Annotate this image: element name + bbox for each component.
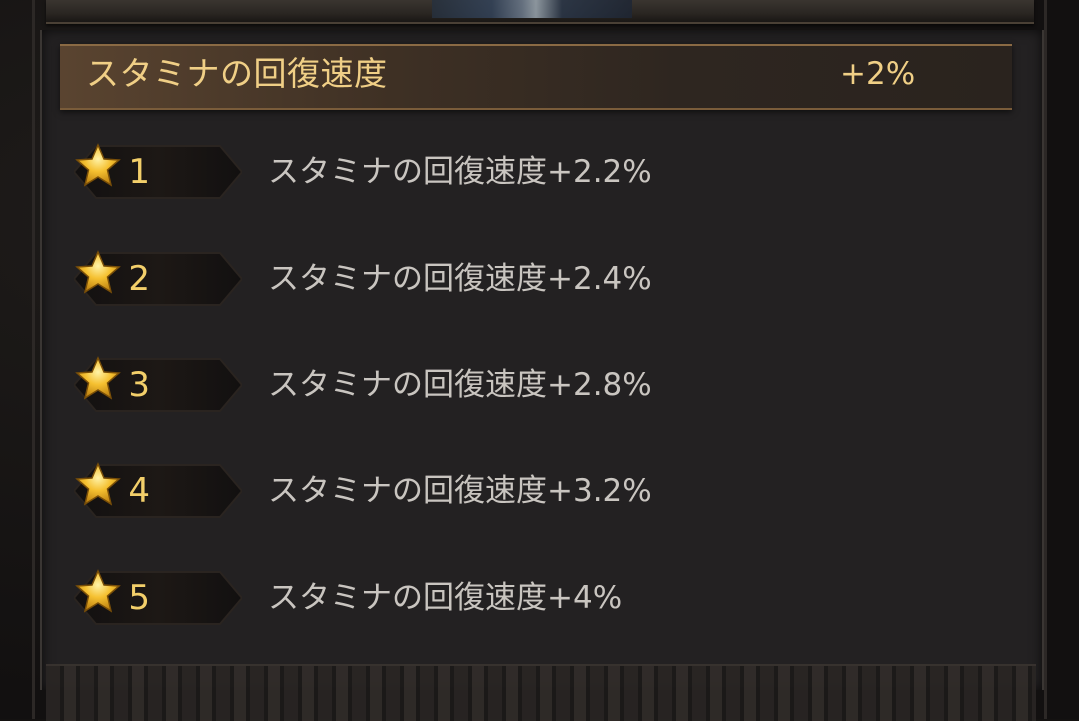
level-number: 1 (128, 152, 150, 192)
star-icon (75, 569, 121, 613)
level-number: 5 (128, 578, 150, 618)
level-badge: 5 (74, 568, 242, 628)
star-icon (75, 462, 121, 506)
level-row: 3 スタミナの回復速度+2.8% (0, 355, 1079, 415)
level-number: 3 (128, 365, 150, 405)
star-icon (75, 356, 121, 400)
level-bonus-text: スタミナの回復速度+4% (268, 580, 623, 616)
level-row: 2 スタミナの回復速度+2.4% (0, 249, 1079, 309)
level-bonus-text: スタミナの回復速度+2.2% (268, 154, 652, 190)
game-window: スタミナの回復速度 +2% 1 スタミナの回復速度+2.2% 2 スタミナの回復… (0, 0, 1079, 721)
level-number: 2 (128, 259, 150, 299)
skill-current-value: +2% (840, 56, 916, 92)
level-bonus-text: スタミナの回復速度+2.8% (268, 367, 652, 403)
level-row: 4 スタミナの回復速度+3.2% (0, 461, 1079, 521)
level-badge: 3 (74, 355, 242, 415)
level-number: 4 (128, 471, 150, 511)
level-badge: 4 (74, 461, 242, 521)
star-icon (75, 250, 121, 294)
level-row: 5 スタミナの回復速度+4% (0, 568, 1079, 628)
level-bonus-text: スタミナの回復速度+2.4% (268, 261, 652, 297)
star-icon (75, 143, 121, 187)
character-portrait (432, 0, 632, 18)
level-bonus-text: スタミナの回復速度+3.2% (268, 473, 652, 509)
level-row: 1 スタミナの回復速度+2.2% (0, 142, 1079, 202)
level-badge: 1 (74, 142, 242, 202)
ornamental-footer (46, 664, 1036, 721)
skill-title: スタミナの回復速度 (86, 54, 388, 93)
level-badge: 2 (74, 249, 242, 309)
